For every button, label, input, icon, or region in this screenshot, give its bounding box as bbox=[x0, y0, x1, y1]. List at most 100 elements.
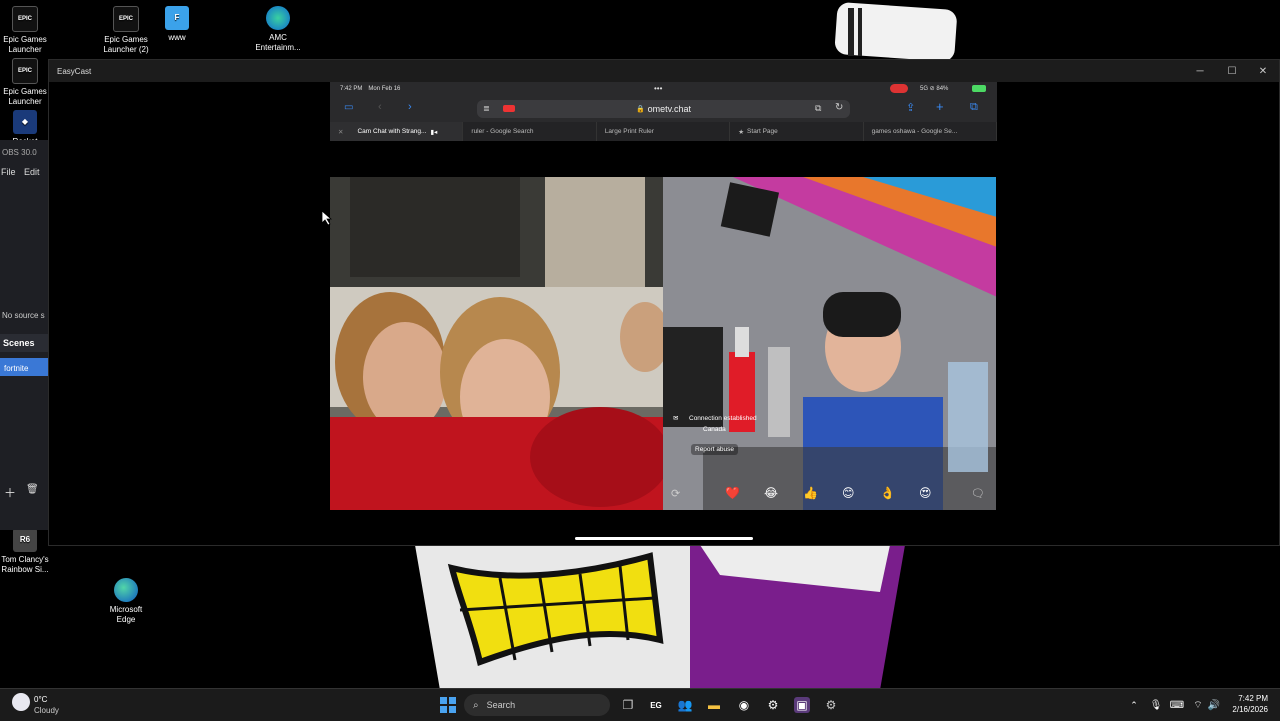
local-video-image bbox=[330, 177, 663, 510]
tab-label: games oshawa - Google Se... bbox=[871, 128, 958, 135]
microphone-icon[interactable]: 🎙 bbox=[1148, 697, 1164, 713]
tab-start-page[interactable]: ★ Start Page bbox=[730, 122, 864, 141]
easycast-titlebar: EasyCast bbox=[49, 60, 1279, 82]
maximize-icon[interactable]: ☐ bbox=[1217, 60, 1247, 82]
add-scene-icon[interactable]: ＋ bbox=[4, 484, 16, 501]
forward-icon[interactable]: › bbox=[408, 101, 412, 113]
desktop-icon-epic-games[interactable]: EPIC Epic Games Launcher bbox=[0, 6, 62, 55]
country-label: Canada bbox=[703, 426, 726, 433]
url-text: ometv.chat bbox=[647, 104, 692, 114]
obs-menu-edit[interactable]: Edit bbox=[24, 167, 40, 177]
easycast-window: EasyCast ─ ☐ ✕ 7:42 PM Mon Feb 16 ••• 5G… bbox=[48, 59, 1280, 546]
search-icon: ⌕ bbox=[473, 699, 479, 711]
reaction-heart-button[interactable]: ❤️ bbox=[725, 486, 740, 500]
message-icon: ✉ bbox=[673, 415, 679, 422]
epic-games-taskbar-icon[interactable]: EG bbox=[648, 697, 664, 713]
file-explorer-icon[interactable]: ▬ bbox=[706, 697, 722, 713]
obs-window: OBS 30.0 File Edit No source s Scenes fo… bbox=[0, 140, 48, 530]
remote-video-feed: ✉ Connection established Canada Report a… bbox=[663, 177, 996, 510]
multitask-dots-icon[interactable]: ••• bbox=[654, 84, 662, 93]
teams-icon[interactable]: 👥 bbox=[677, 697, 693, 713]
weather-icon[interactable] bbox=[12, 693, 30, 711]
reaction-thumbs-up-button[interactable]: 👍 bbox=[803, 486, 818, 500]
desktop-icon-label: Launcher (2) bbox=[103, 45, 149, 54]
desktop-icon-label: Rainbow Si... bbox=[1, 565, 49, 574]
edge-icon bbox=[114, 578, 138, 602]
tabs-overview-icon[interactable]: ⧉ bbox=[970, 101, 978, 114]
settings-icon[interactable]: ⚙ bbox=[823, 697, 839, 713]
recording-indicator-icon bbox=[890, 84, 908, 93]
safari-toolbar: ▭ ‹ › ≣ 🔒 ometv.chat ⧉ ↻ ⇪ + ⧉ bbox=[330, 96, 997, 122]
taskbar: 0°C Cloudy ⌕ Search ❐ EG 👥 ▬ ◉ ⚙ ▣ ⚙ ⌃ 🎙… bbox=[0, 688, 1280, 721]
desktop-icon-amc[interactable]: AMC Entertainm... bbox=[241, 6, 315, 53]
chat-icon[interactable]: 🗨 bbox=[971, 487, 985, 500]
obs-taskbar-icon[interactable]: ◉ bbox=[736, 697, 752, 713]
rocket-league-icon: ◆ bbox=[13, 110, 37, 134]
camera-in-use-icon bbox=[503, 105, 515, 112]
reload-icon[interactable]: ↻ bbox=[835, 102, 843, 113]
rainbow-six-icon: R6 bbox=[13, 528, 37, 552]
tab-cam-chat[interactable]: ✕ Cam Chat with Strang... ▮◂ bbox=[330, 122, 464, 141]
reaction-heart-eyes-button[interactable]: 😍 bbox=[919, 486, 932, 500]
ipad-status-bar: 7:42 PM Mon Feb 16 ••• 5G ⊘ 84% bbox=[330, 82, 997, 96]
reaction-smile-button[interactable]: 😊 bbox=[842, 486, 855, 500]
safari-tab-strip: ✕ Cam Chat with Strang... ▮◂ ruler - Goo… bbox=[330, 122, 998, 141]
edge-icon bbox=[266, 6, 290, 30]
task-view-icon[interactable]: ❐ bbox=[620, 697, 636, 713]
clock-date[interactable]: 2/16/2026 bbox=[1222, 705, 1268, 714]
minimize-icon[interactable]: ─ bbox=[1185, 60, 1215, 82]
tab-label: Start Page bbox=[747, 128, 778, 135]
mouse-cursor-icon bbox=[322, 211, 332, 225]
window-title: EasyCast bbox=[57, 66, 92, 76]
tab-close-icon[interactable]: ✕ bbox=[338, 128, 343, 136]
epic-games-icon: EPIC bbox=[12, 58, 38, 84]
tab-ruler-search[interactable]: ruler - Google Search bbox=[463, 122, 597, 141]
ipad-mirror: 7:42 PM Mon Feb 16 ••• 5G ⊘ 84% ▭ ‹ › ≣ … bbox=[330, 82, 998, 542]
translate-icon[interactable]: ⧉ bbox=[815, 103, 821, 114]
local-video-feed bbox=[330, 177, 663, 510]
tab-label: Large Print Ruler bbox=[604, 128, 654, 135]
keyboard-icon[interactable]: ⌨ bbox=[1169, 697, 1185, 713]
desktop-icon-www[interactable]: F www bbox=[140, 6, 214, 43]
desktop-icon-label: Launcher bbox=[8, 45, 42, 54]
new-tab-icon[interactable]: + bbox=[936, 99, 944, 114]
report-abuse-button[interactable]: Report abuse bbox=[691, 444, 739, 455]
epic-games-icon: EPIC bbox=[113, 6, 139, 32]
obs-title: OBS 30.0 bbox=[2, 148, 37, 157]
desktop-icon-label: Tom Clancy's bbox=[1, 555, 49, 564]
reaction-ok-button[interactable]: 👌 bbox=[880, 486, 895, 500]
app-taskbar-icon[interactable]: ⚙ bbox=[765, 697, 781, 713]
taskbar-search[interactable]: ⌕ Search bbox=[464, 694, 610, 716]
windows-start-icon[interactable] bbox=[440, 697, 456, 713]
easycast-taskbar-icon[interactable]: ▣ bbox=[794, 697, 810, 713]
back-icon[interactable]: ‹ bbox=[378, 101, 382, 113]
swap-camera-icon[interactable]: ⟳ bbox=[671, 487, 680, 500]
tab-large-print-ruler[interactable]: Large Print Ruler bbox=[597, 122, 731, 141]
volume-icon[interactable]: 🔊 bbox=[1206, 697, 1222, 713]
clock-time[interactable]: 7:42 PM bbox=[1226, 694, 1268, 703]
obs-no-source-text: No source s bbox=[2, 311, 45, 320]
obs-scene-item-fortnite[interactable]: fortnite bbox=[0, 358, 48, 376]
desktop-icon-edge[interactable]: Microsoft Edge bbox=[89, 578, 163, 625]
lock-icon: 🔒 bbox=[635, 106, 645, 113]
tab-games-oshawa[interactable]: games oshawa - Google Se... bbox=[864, 122, 998, 141]
url-bar[interactable]: ≣ 🔒 ometv.chat ⧉ ↻ bbox=[477, 100, 850, 118]
connection-status: Connection established bbox=[689, 415, 757, 422]
trash-icon[interactable]: 🗑 bbox=[26, 484, 39, 495]
close-icon[interactable]: ✕ bbox=[1248, 60, 1278, 82]
epic-games-icon: EPIC bbox=[12, 6, 38, 32]
chevron-up-icon[interactable]: ⌃ bbox=[1126, 697, 1142, 713]
remote-video-image bbox=[663, 177, 996, 510]
weather-desc: Cloudy bbox=[34, 706, 59, 715]
share-icon[interactable]: ⇪ bbox=[906, 101, 915, 114]
sidebar-icon[interactable]: ▭ bbox=[344, 102, 353, 113]
ipad-status-right: 5G ⊘ 84% bbox=[920, 86, 949, 92]
obs-scenes-header: Scenes bbox=[3, 338, 35, 348]
reaction-laugh-button[interactable]: 😂 bbox=[764, 486, 778, 500]
reader-icon[interactable]: ≣ bbox=[483, 104, 490, 113]
obs-menu-file[interactable]: File bbox=[1, 167, 16, 177]
battery-icon bbox=[972, 85, 986, 92]
wifi-icon[interactable]: ⌔ bbox=[1190, 697, 1206, 713]
obs-scene-label: fortnite bbox=[4, 364, 29, 373]
search-placeholder: Search bbox=[486, 700, 516, 710]
